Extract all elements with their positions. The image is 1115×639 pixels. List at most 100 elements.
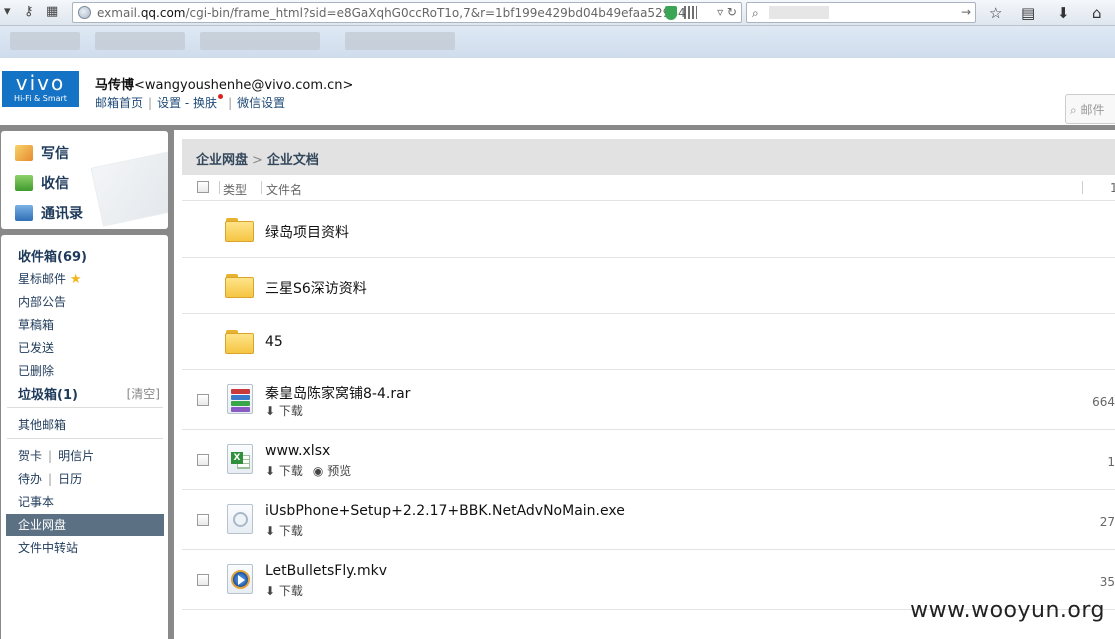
column-separator [1082, 181, 1083, 194]
rar-icon [227, 384, 253, 414]
contacts-button[interactable]: 通讯录 [15, 203, 83, 223]
browser-toolbar: ▾ ⚷ ▦ exmail.qq.com/cgi-bin/frame_html?s… [0, 0, 1115, 26]
folder-row[interactable]: 三星S6深访资料 [182, 258, 1115, 314]
inbox-download-icon [15, 175, 33, 191]
trash-link[interactable]: 垃圾箱(1) [18, 384, 78, 403]
drafts-link[interactable]: 草稿箱 [18, 316, 54, 333]
receive-button[interactable]: 收信 [15, 173, 69, 193]
user-name: 马传博 [95, 78, 135, 93]
todo-link[interactable]: 待办 [18, 472, 42, 486]
announcements-link[interactable]: 内部公告 [18, 293, 66, 310]
filename-column-header[interactable]: 文件名 [266, 181, 302, 198]
file-row[interactable]: X www.xlsx ⬇ 下载 ◉ 预览 1 [182, 430, 1115, 490]
star-icon: ★ [69, 272, 82, 287]
pencil-icon [15, 145, 33, 161]
file-name[interactable]: www.xlsx [265, 443, 330, 459]
file-row[interactable]: 秦皇岛陈家窝铺8-4.rar ⬇ 下载 664 [182, 370, 1115, 430]
netdisk-link[interactable]: 企业网盘 [18, 516, 66, 533]
download-link[interactable]: ⬇ 下载 [265, 464, 303, 478]
mail-header: vivo Hi-Fi & Smart 马传博<wangyoushenhe@viv… [0, 58, 1115, 126]
wechat-settings-link[interactable]: 微信设置 [237, 96, 285, 110]
grid-icon[interactable]: ▦ [46, 4, 58, 20]
calendar-link[interactable]: 日历 [58, 472, 82, 486]
browser-search-box[interactable]: ⌕ → [746, 2, 976, 23]
clipboard-icon[interactable]: ▤ [1021, 4, 1035, 22]
dropdown-arrow-icon[interactable]: ▾ [4, 4, 11, 20]
home-icon[interactable]: ⌂ [1092, 4, 1102, 22]
download-icon[interactable]: ⬇ [1057, 4, 1070, 22]
folder-row[interactable]: 45 [182, 314, 1115, 370]
refresh-icon[interactable]: ▿ ↻ [717, 5, 737, 19]
qr-code-icon[interactable] [684, 6, 697, 19]
type-column-header[interactable]: 类型 [223, 181, 247, 198]
postcard-link[interactable]: 明信片 [58, 449, 94, 463]
blurred-bookmark [345, 32, 455, 50]
netdisk-content: 企业网盘 >企业文档 类型 文件名 1 绿岛项目资料 三星S6深访资料 45 [174, 130, 1115, 639]
address-bar[interactable]: exmail.qq.com/cgi-bin/frame_html?sid=e8G… [72, 2, 742, 23]
file-size: 27 [1099, 515, 1115, 529]
star-icon[interactable]: ☆ [989, 4, 1002, 22]
breadcrumb-current: 企业文档 [266, 153, 319, 168]
globe-icon [78, 6, 91, 19]
breadcrumb: 企业网盘 > 企业文档 [182, 139, 1115, 175]
deleted-link[interactable]: 已删除 [18, 362, 54, 379]
other-mailbox-link[interactable]: 其他邮箱 [18, 416, 66, 433]
size-column-header[interactable]: 1 [1110, 181, 1115, 195]
download-link[interactable]: ⬇ 下载 [265, 584, 303, 598]
file-transfer-link[interactable]: 文件中转站 [18, 539, 78, 556]
download-link[interactable]: ⬇ 下载 [265, 404, 303, 418]
starred-link[interactable]: 星标邮件 ★ [18, 270, 82, 287]
settings-link[interactable]: 设置 [157, 96, 181, 110]
header-links: 邮箱首页 | 设置 - 换肤 | 微信设置 [95, 94, 286, 110]
blurred-bookmark [95, 32, 185, 50]
skin-link[interactable]: 换肤 [193, 96, 217, 110]
sent-link[interactable]: 已发送 [18, 339, 54, 356]
row-checkbox[interactable] [197, 394, 209, 406]
select-all-checkbox[interactable] [197, 181, 209, 193]
mail-search-input[interactable]: ⌕ 邮件 [1065, 94, 1115, 124]
mkv-icon [227, 564, 253, 594]
xlsx-icon: X [227, 444, 253, 474]
greeting-card-link[interactable]: 贺卡 [18, 449, 42, 463]
folder-row[interactable]: 绿岛项目资料 [182, 202, 1115, 258]
clear-trash-link[interactable]: [清空] [127, 385, 160, 402]
download-link[interactable]: ⬇ 下载 [265, 524, 303, 538]
key-icon[interactable]: ⚷ [24, 4, 34, 20]
notes-link[interactable]: 记事本 [18, 493, 54, 510]
eye-icon: ◉ [312, 464, 324, 478]
column-separator [261, 181, 262, 194]
row-checkbox[interactable] [197, 574, 209, 586]
blurred-search-text [769, 6, 829, 19]
row-checkbox[interactable] [197, 454, 209, 466]
folder-name[interactable]: 45 [265, 334, 283, 350]
folder-name[interactable]: 三星S6深访资料 [265, 278, 367, 298]
table-header: 类型 文件名 1 [182, 175, 1115, 201]
divider [7, 438, 163, 439]
envelope-decoration [90, 151, 168, 227]
blurred-bookmark [10, 32, 80, 50]
chevron-right-icon: > [252, 153, 263, 168]
file-row[interactable]: iUsbPhone+Setup+2.2.17+BBK.NetAdvNoMain.… [182, 490, 1115, 550]
file-size: 664 [1092, 395, 1115, 409]
quick-actions-panel: 写信 收信 通讯录 [1, 131, 168, 229]
row-checkbox[interactable] [197, 514, 209, 526]
file-name[interactable]: LetBulletsFly.mkv [265, 563, 387, 579]
file-size: 35 [1099, 575, 1115, 589]
url-text[interactable]: exmail.qq.com/cgi-bin/frame_html?sid=e8G… [97, 6, 686, 20]
inbox-link[interactable]: 收件箱(69) [18, 246, 87, 265]
todo-calendar-links: 待办 | 日历 [18, 472, 83, 486]
breadcrumb-root[interactable]: 企业网盘 [196, 153, 248, 168]
folder-list: 收件箱(69) 星标邮件 ★ 内部公告 草稿箱 已发送 已删除 垃圾箱(1) [… [1, 235, 168, 639]
go-arrow-icon[interactable]: → [961, 5, 971, 19]
shield-icon[interactable] [665, 6, 677, 20]
file-size: 1 [1107, 455, 1115, 469]
compose-button[interactable]: 写信 [15, 143, 69, 163]
mail-home-link[interactable]: 邮箱首页 [95, 96, 143, 110]
watermark: www.wooyun.org [910, 598, 1105, 623]
preview-link[interactable]: ◉ 预览 [313, 464, 351, 478]
file-name[interactable]: 秦皇岛陈家窝铺8-4.rar [265, 383, 410, 403]
folder-icon [225, 218, 254, 242]
folder-name[interactable]: 绿岛项目资料 [265, 222, 349, 242]
blurred-bookmark [200, 32, 320, 50]
file-name[interactable]: iUsbPhone+Setup+2.2.17+BBK.NetAdvNoMain.… [265, 503, 625, 519]
